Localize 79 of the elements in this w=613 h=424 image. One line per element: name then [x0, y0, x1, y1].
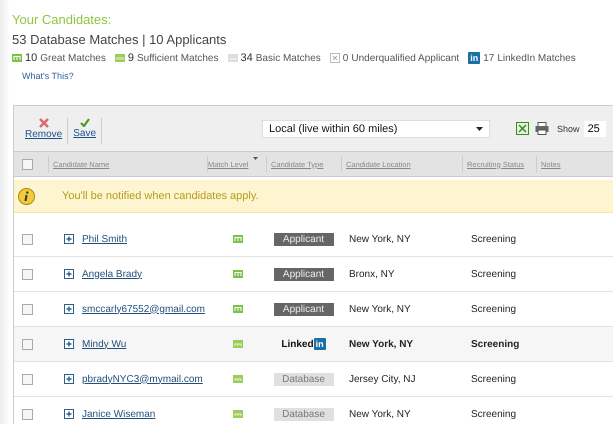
candidate-name-link[interactable]: Phil Smith — [82, 234, 128, 244]
match-count: 0 — [342, 52, 348, 64]
match-summary: 53 Database Matches | 10 Applicants — [12, 32, 228, 49]
row-checkbox[interactable] — [22, 304, 33, 314]
row-checkbox[interactable] — [22, 338, 33, 350]
match-label: Basic Matches — [256, 52, 321, 64]
match-label: Sufficient Matches — [136, 52, 218, 64]
page-heading: Your Candidates: — [12, 12, 112, 29]
status-text: Screening — [471, 234, 516, 244]
status-text: Screening — [471, 408, 516, 420]
expand-icon[interactable] — [64, 304, 74, 314]
linkedin-icon: in — [468, 52, 480, 64]
basic-match-icon — [228, 54, 238, 62]
expand-icon[interactable] — [64, 339, 74, 349]
caret-icon — [476, 126, 484, 130]
sort-arrow-icon — [253, 156, 258, 160]
remove-link[interactable]: Remove — [25, 128, 62, 140]
linkedin-logo: Linked in — [281, 338, 326, 350]
great-match-icon — [233, 305, 243, 313]
match-label: LinkedIn Matches — [497, 52, 576, 64]
expand-icon[interactable] — [64, 409, 74, 419]
x-box-icon — [330, 53, 340, 63]
candidate-name-link[interactable]: Angela Brady — [82, 268, 142, 280]
sufficient-match-icon — [233, 340, 243, 348]
table-row[interactable]: pbradyNYC3@mymail.com Database Jersey City, NJ Screening — [14, 361, 613, 396]
whats-this-link[interactable]: What's This? — [22, 71, 74, 81]
location-text: Jersey City, NJ — [349, 374, 416, 384]
location-text: New York, NY — [349, 338, 414, 350]
candidate-name-link[interactable]: pbradyNYC3@mymail.com — [82, 374, 203, 384]
expand-icon[interactable] — [64, 269, 74, 279]
expand-icon[interactable] — [64, 374, 74, 384]
notice-text: You'll be notified when candidates apply. — [62, 190, 259, 202]
row-checkbox[interactable] — [22, 268, 33, 280]
location-text: Bronx, NY — [349, 268, 395, 280]
sufficient-match-icon — [233, 410, 243, 418]
sufficient-match-icon — [114, 54, 125, 62]
status-text: Screening — [471, 338, 520, 350]
match-count: 10 — [25, 52, 38, 64]
applicant-tag: Applicant — [274, 268, 334, 280]
candidate-name-link[interactable]: Mindy Wu — [82, 338, 126, 350]
highlighted-row[interactable]: Mindy Wu Linked in New York, NY Screening — [14, 326, 613, 361]
sufficient-match-icon — [233, 375, 243, 383]
table-row[interactable]: Angela Brady Applicant Bronx, NY Screening — [14, 256, 613, 291]
location-text: New York, NY — [349, 304, 411, 314]
candidate-name-link[interactable]: Janice Wiseman — [82, 408, 156, 420]
match-count: 17 — [483, 52, 494, 64]
great-match-icon — [233, 270, 243, 278]
status-text: Screening — [471, 374, 516, 384]
match-count: 9 — [128, 52, 134, 64]
table-row[interactable]: Janice Wiseman Database New York, NY Screening — [14, 396, 613, 424]
candidate-name-link[interactable]: smccarly67552@gmail.com — [82, 304, 205, 314]
checkmark-icon — [80, 118, 90, 126]
location-text: New York, NY — [349, 234, 411, 244]
status-text: Screening — [471, 268, 516, 280]
expand-icon[interactable] — [64, 234, 74, 244]
applicant-tag: Applicant — [274, 232, 334, 246]
match-label: Great Matches — [40, 52, 106, 64]
show-label: Show — [557, 124, 580, 134]
table-row[interactable]: Phil Smith Applicant New York, NY Screening — [14, 222, 613, 256]
database-tag: Database — [274, 408, 334, 420]
info-icon — [18, 188, 35, 204]
row-checkbox[interactable] — [22, 408, 33, 420]
distance-dropdown[interactable]: Local (live within 60 miles) — [262, 120, 490, 138]
applicant-tag: Applicant — [274, 302, 334, 316]
row-checkbox[interactable] — [22, 374, 33, 384]
select-all-checkbox[interactable] — [22, 158, 33, 170]
match-label: Underqualified Applicant — [351, 52, 460, 64]
location-text: New York, NY — [349, 408, 411, 420]
database-tag: Database — [274, 372, 334, 386]
page-size-field[interactable]: 25 — [584, 120, 606, 136]
match-count: 34 — [240, 52, 253, 64]
status-text: Screening — [471, 304, 516, 314]
print-icon[interactable] — [535, 122, 550, 135]
spreadsheet-icon[interactable] — [516, 122, 530, 135]
save-link[interactable]: Save — [73, 128, 96, 138]
row-checkbox[interactable] — [22, 234, 33, 244]
great-match-icon — [233, 235, 243, 243]
great-match-icon — [12, 54, 22, 62]
remove-x-icon — [38, 118, 49, 128]
